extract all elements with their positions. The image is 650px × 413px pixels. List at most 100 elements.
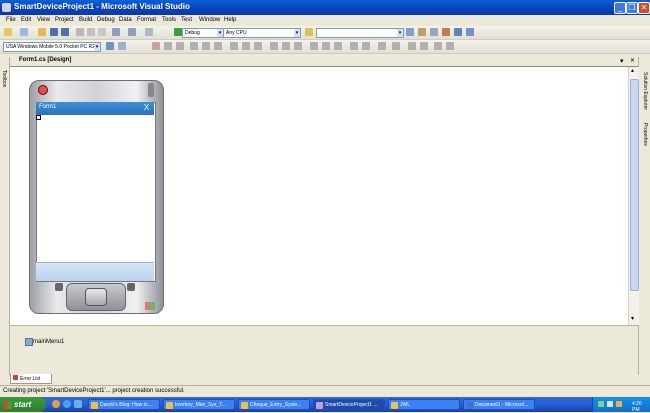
cut-icon[interactable] <box>76 28 84 36</box>
align-middle-icon[interactable] <box>202 42 210 50</box>
taskbar-clock[interactable]: 4:26 PM <box>632 401 650 413</box>
properties-tab[interactable]: Properties <box>642 123 648 146</box>
menu-data[interactable]: Data <box>119 17 132 23</box>
target-device-dropdown[interactable]: USA Windows Mobile 5.0 Pocket PC R2 ▾ <box>3 42 101 52</box>
form-close-icon[interactable]: X <box>142 103 151 112</box>
align-left-icon[interactable] <box>152 42 160 50</box>
horizontal-spacing-icon[interactable] <box>270 42 278 50</box>
task-smartdeviceproject1[interactable]: SmartDeviceProject1 ... <box>313 399 385 410</box>
menu-bar: File Edit View Project Build Debug Data … <box>0 15 650 26</box>
solution-explorer-tab[interactable]: Solution Explorer <box>642 72 648 110</box>
menu-help[interactable]: Help <box>224 17 236 23</box>
menu-test[interactable]: Test <box>181 17 192 23</box>
make-same-width-icon[interactable] <box>230 42 238 50</box>
make-same-height-icon[interactable] <box>242 42 250 50</box>
tab-form1-design[interactable]: Form1.cs [Design] <box>19 57 71 63</box>
scrollbar-thumb[interactable] <box>630 79 639 291</box>
find-in-files-icon[interactable] <box>406 28 414 36</box>
start-button[interactable]: start <box>0 397 46 412</box>
align-bottom-icon[interactable] <box>214 42 222 50</box>
toolbox-label: Toolbox <box>1 70 7 88</box>
scroll-up-icon[interactable]: ▴ <box>631 67 634 74</box>
make-same-size-icon[interactable] <box>254 42 262 50</box>
align-center-icon[interactable] <box>164 42 172 50</box>
solution-explorer-icon[interactable] <box>418 28 426 36</box>
quick-launch-firefox-icon[interactable] <box>52 400 60 408</box>
error-list-tab[interactable]: Error List <box>10 374 52 384</box>
connect-device-icon[interactable] <box>118 42 126 50</box>
tray-security-icon[interactable] <box>616 401 622 407</box>
object-browser-icon[interactable] <box>454 28 462 36</box>
vertical-spacing-icon[interactable] <box>310 42 318 50</box>
menu-format[interactable]: Format <box>137 17 156 23</box>
toolbox-panel-tab[interactable]: Toolbox <box>0 57 10 375</box>
navigate-icon[interactable] <box>145 28 153 36</box>
close-document-icon[interactable]: ✕ <box>630 57 635 64</box>
new-project-icon[interactable] <box>4 28 12 36</box>
undo-icon[interactable] <box>112 28 120 36</box>
save-all-icon[interactable] <box>61 28 69 36</box>
menu-edit[interactable]: Edit <box>21 17 31 23</box>
minimize-button[interactable]: _ <box>614 2 626 14</box>
menu-tools[interactable]: Tools <box>162 17 176 23</box>
align-right-icon[interactable] <box>176 42 184 50</box>
copy-icon[interactable] <box>87 28 95 36</box>
start-page-icon[interactable] <box>466 28 474 36</box>
tray-network-icon[interactable] <box>598 401 604 407</box>
decrease-spacing-icon[interactable] <box>294 42 302 50</box>
menu-window[interactable]: Window <box>199 17 220 23</box>
add-item-icon[interactable] <box>20 28 28 36</box>
menu-project[interactable]: Project <box>55 17 74 23</box>
main-menu-strip[interactable] <box>36 262 154 281</box>
quick-launch-ie-icon[interactable] <box>63 400 71 408</box>
snap-to-grid-icon[interactable] <box>408 42 416 50</box>
task-cheque-entry[interactable]: Cheque_Entry_Syste... <box>238 399 310 410</box>
bring-to-front-icon[interactable] <box>350 42 358 50</box>
target-device-value: USA Windows Mobile 5.0 Pocket PC R2 <box>6 44 95 50</box>
format-icon[interactable] <box>420 42 428 50</box>
folder-icon <box>391 402 398 409</box>
task-document1[interactable]: Document1 - Microsof... <box>463 399 535 410</box>
tray-volume-icon[interactable] <box>607 401 613 407</box>
open-folder-icon[interactable] <box>38 28 46 36</box>
visual-studio-app-icon[interactable] <box>2 3 11 12</box>
task-darshis-blog[interactable]: Darshi's Blog: How to ... <box>88 399 160 410</box>
align-top-icon[interactable] <box>190 42 198 50</box>
main-menu-component[interactable]: mainMenu1 <box>33 339 64 345</box>
increase-spacing-icon[interactable] <box>282 42 290 50</box>
quick-launch-desktop-icon[interactable] <box>74 400 82 408</box>
layout-icon[interactable] <box>446 42 454 50</box>
find-box[interactable]: ▾ <box>316 28 404 38</box>
platform-dropdown[interactable]: Any CPU ▾ <box>223 28 301 38</box>
designer-vertical-scrollbar[interactable]: ▴ ▾ <box>628 67 639 325</box>
redo-icon[interactable] <box>128 28 136 36</box>
find-icon[interactable] <box>305 28 313 36</box>
form1-client-area[interactable] <box>36 116 154 262</box>
save-icon[interactable] <box>50 28 58 36</box>
lock-controls-icon[interactable] <box>392 42 400 50</box>
task-label: Document1 - Microsof... <box>475 402 529 408</box>
menu-build[interactable]: Build <box>79 17 92 23</box>
configuration-dropdown[interactable]: Debug ▾ <box>182 28 224 38</box>
start-debugging-icon[interactable] <box>174 28 182 36</box>
restore-button[interactable]: ❐ <box>626 2 638 14</box>
rotate-icon[interactable] <box>434 42 442 50</box>
menu-file[interactable]: File <box>6 17 16 23</box>
task-inventory[interactable]: Invetory_Man_Sys_T... <box>163 399 235 410</box>
properties-icon[interactable] <box>430 28 438 36</box>
send-to-back-icon[interactable] <box>362 42 370 50</box>
window-list-icon[interactable]: ▾ <box>620 57 624 65</box>
center-horizontally-icon[interactable] <box>322 42 330 50</box>
device-options-icon[interactable] <box>106 42 114 50</box>
paste-icon[interactable] <box>98 28 106 36</box>
scroll-down-icon[interactable]: ▾ <box>631 315 634 322</box>
task-jwl[interactable]: JWL <box>388 399 460 410</box>
center-vertically-icon[interactable] <box>334 42 342 50</box>
menu-debug[interactable]: Debug <box>97 17 115 23</box>
tab-order-icon[interactable] <box>378 42 386 50</box>
form1-caption-bar[interactable]: Form1 X <box>36 102 154 115</box>
menu-view[interactable]: View <box>37 17 50 23</box>
close-button[interactable]: ✕ <box>638 2 650 14</box>
toolbox-icon[interactable] <box>442 28 450 36</box>
start-label: start <box>14 400 32 409</box>
